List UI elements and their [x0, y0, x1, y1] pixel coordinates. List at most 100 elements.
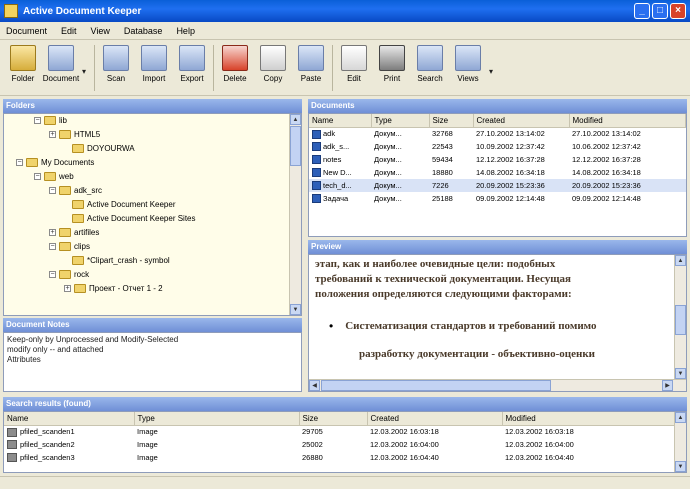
- folders-tree: − lib + HTML5 DOYOURWA − My Documents − web …: [3, 113, 302, 316]
- folder-icon: [59, 242, 71, 251]
- tree-item-label[interactable]: lib: [59, 116, 67, 125]
- image-file-icon: [7, 427, 17, 437]
- tree-item-label[interactable]: web: [59, 172, 74, 181]
- scroll-down-button[interactable]: ▼: [675, 461, 686, 472]
- table-row[interactable]: New D... Докум... 18880 14.08.2002 16:34:18…: [309, 166, 686, 179]
- folders-scrollbar[interactable]: ▲ ▼: [289, 114, 301, 315]
- table-row[interactable]: adk_s... Докум... 22543 10.09.2002 12:37:42…: [309, 140, 686, 153]
- toolbar-print-button[interactable]: Print: [375, 45, 409, 83]
- copy-icon: [260, 45, 286, 71]
- preview-hscrollbar[interactable]: ◀ ▶: [309, 379, 686, 391]
- document-icon: [312, 142, 321, 152]
- column-header-modified[interactable]: Modified: [502, 412, 686, 426]
- image-file-icon: [7, 440, 17, 450]
- views-icon: [455, 45, 481, 71]
- preview-vscrollbar[interactable]: ▲ ▼: [674, 255, 686, 379]
- document-add-icon: [48, 45, 74, 71]
- notes-text: Keep-only by Unprocessed and Modify-Sele…: [7, 335, 179, 364]
- column-header-modified[interactable]: Modified: [569, 114, 686, 128]
- tree-item-label[interactable]: DOYOURWA: [87, 144, 135, 153]
- tree-item-label[interactable]: HTML5: [74, 130, 100, 139]
- toolbar-delete-button[interactable]: Delete: [218, 45, 252, 83]
- table-row[interactable]: notes Докум... 59434 12.12.2002 16:37:28 12.…: [309, 153, 686, 166]
- table-row[interactable]: tech_d... Докум... 7226 20.09.2002 15:23:36…: [309, 179, 686, 192]
- menu-edit[interactable]: Edit: [61, 26, 77, 36]
- column-header-type[interactable]: Type: [371, 114, 430, 128]
- scroll-down-button[interactable]: ▼: [290, 304, 301, 315]
- table-row[interactable]: adk Докум... 32768 27.10.2002 13:14:02 27.10…: [309, 127, 686, 140]
- column-header-created[interactable]: Created: [367, 412, 503, 426]
- menu-document[interactable]: Document: [6, 26, 47, 36]
- column-header-name[interactable]: Name: [4, 412, 135, 426]
- folder-icon: [44, 116, 56, 125]
- table-row[interactable]: Задача Докум... 25188 09.09.2002 12:14:48 09…: [309, 192, 686, 205]
- scroll-up-button[interactable]: ▲: [675, 412, 686, 423]
- scroll-down-button[interactable]: ▼: [675, 368, 686, 379]
- toolbar-search-button[interactable]: Search: [413, 45, 447, 83]
- toolbar-paste-button[interactable]: Paste: [294, 45, 328, 83]
- toolbar-scan-button[interactable]: Scan: [99, 45, 133, 83]
- documents-panel-header: Documents: [308, 99, 687, 113]
- column-header-size[interactable]: Size: [299, 412, 368, 426]
- menu-view[interactable]: View: [91, 26, 110, 36]
- toolbar-document-button[interactable]: Document: [43, 45, 79, 83]
- scroll-thumb[interactable]: [675, 305, 686, 335]
- tree-item-label[interactable]: rock: [74, 270, 89, 279]
- scroll-up-button[interactable]: ▲: [290, 114, 301, 125]
- folders-panel-header: Folders: [3, 99, 302, 113]
- menu-help[interactable]: Help: [176, 26, 195, 36]
- table-row[interactable]: pfiled_scanden3 Image 26880 12.03.2002 16:0…: [4, 451, 686, 464]
- toolbar-import-button[interactable]: Import: [137, 45, 171, 83]
- preview-line: требований к технической документации. Н…: [315, 273, 571, 285]
- document-icon: [312, 181, 321, 191]
- folder-icon: [59, 130, 71, 139]
- minimize-button[interactable]: _: [634, 3, 650, 19]
- tree-item-label[interactable]: artifiles: [74, 228, 99, 237]
- menu-bar: Document Edit View Database Help: [0, 22, 690, 40]
- preview-line: этап, как и наиболее очевидные цели: под…: [315, 258, 556, 270]
- chevron-down-icon[interactable]: ▾: [82, 67, 90, 76]
- scroll-up-button[interactable]: ▲: [675, 255, 686, 266]
- column-header-name[interactable]: Name: [309, 114, 372, 128]
- maximize-button[interactable]: □: [652, 3, 668, 19]
- scroll-thumb[interactable]: [321, 380, 551, 391]
- scroll-left-button[interactable]: ◀: [309, 380, 320, 391]
- tree-item-label[interactable]: Active Document Keeper Sites: [87, 214, 196, 223]
- folder-add-icon: [10, 45, 36, 71]
- toolbar-edit-button[interactable]: Edit: [337, 45, 371, 83]
- chevron-down-icon[interactable]: ▾: [489, 67, 497, 76]
- import-icon: [141, 45, 167, 71]
- table-row[interactable]: pfiled_scanden2 Image 25002 12.03.2002 16:0…: [4, 438, 686, 451]
- toolbar-export-button[interactable]: Export: [175, 45, 209, 83]
- scroll-right-button[interactable]: ▶: [662, 380, 673, 391]
- document-icon: [312, 155, 321, 165]
- tree-item-label[interactable]: adk_src: [74, 186, 102, 195]
- tree-item-label[interactable]: My Documents: [41, 158, 94, 167]
- tree-item-label[interactable]: clips: [74, 242, 90, 251]
- scroll-thumb[interactable]: [290, 126, 301, 166]
- column-header-created[interactable]: Created: [473, 114, 570, 128]
- search-icon: [417, 45, 443, 71]
- tree-item-label[interactable]: Проект - Отчет 1 - 2: [89, 284, 163, 293]
- column-header-type[interactable]: Type: [134, 412, 300, 426]
- tree-item-label[interactable]: Active Document Keeper: [87, 200, 176, 209]
- close-button[interactable]: ×: [670, 3, 686, 19]
- notes-area[interactable]: Keep-only by Unprocessed and Modify-Sele…: [3, 332, 302, 392]
- menu-database[interactable]: Database: [124, 26, 163, 36]
- tree-item-label[interactable]: *Clipart_crash - symbol: [87, 256, 170, 265]
- paste-icon: [298, 45, 324, 71]
- folder-icon: [72, 256, 84, 265]
- printer-icon: [379, 45, 405, 71]
- toolbar-views-button[interactable]: Views: [451, 45, 485, 83]
- toolbar-copy-button[interactable]: Copy: [256, 45, 290, 83]
- column-header-size[interactable]: Size: [429, 114, 474, 128]
- app-icon: [4, 4, 18, 18]
- folder-icon: [59, 228, 71, 237]
- table-row[interactable]: pfiled_scanden1 Image 29705 12.03.2002 16:0…: [4, 425, 686, 438]
- toolbar-folder-button[interactable]: Folder: [6, 45, 40, 83]
- toolbar-separator: [213, 45, 214, 91]
- folder-icon: [72, 200, 84, 209]
- search-scrollbar[interactable]: ▲ ▼: [674, 412, 686, 472]
- toolbar: Folder Document ▾ Scan Import Export Del…: [0, 41, 690, 96]
- folder-icon: [59, 270, 71, 279]
